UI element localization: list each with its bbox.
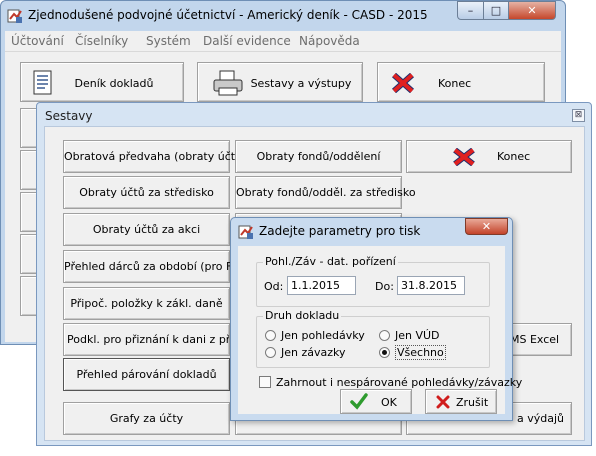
checkmark-icon	[350, 393, 368, 413]
to-label: Do:	[375, 280, 394, 293]
radio-all-label: Všechno	[395, 345, 446, 360]
cancel-button[interactable]: Zrušit	[425, 389, 497, 414]
exit-button[interactable]: Konec	[377, 62, 545, 102]
account-turnover-center-button[interactable]: Obraty účtů za středisko	[63, 176, 230, 209]
radio-payables[interactable]: Jen závazky	[265, 346, 346, 359]
doc-type-group: Druh dokladu Jen pohledávky Jen VÚD Jen …	[256, 309, 490, 368]
ok-button[interactable]: OK	[340, 389, 412, 414]
main-window-title: Zjednodušené podvojné účetnictví - Ameri…	[28, 8, 428, 22]
menu-system[interactable]: Systém	[146, 34, 191, 48]
pairing-overview-label: Přehled párování dokladů	[76, 368, 217, 381]
fund-turnover-label: Obraty fondů/oddělení	[256, 150, 381, 163]
menu-dalsi-evidence[interactable]: Další evidence	[203, 34, 291, 48]
date-group-title: Pohl./Záv - dat. pořízení	[263, 255, 398, 268]
tax-return-docs-label: Podkl. pro přiznání k dani z příjmů	[67, 333, 230, 346]
fund-turnover-center-button[interactable]: Obraty fondů/odděl. za středisko	[235, 176, 416, 209]
radio-payables-dot	[265, 347, 276, 358]
fund-turnover-button[interactable]: Obraty fondů/oddělení	[235, 140, 402, 173]
document-icon	[33, 70, 53, 99]
exit-button-label: Konec	[438, 77, 472, 90]
to-date-input[interactable]	[397, 276, 465, 295]
reports-button[interactable]: Sestavy a výstupy	[197, 62, 363, 102]
radio-internal-dot	[379, 330, 390, 341]
ok-label: OK	[381, 396, 397, 409]
trial-balance-button[interactable]: Obratová předvaha (obraty účtů)	[63, 140, 247, 173]
account-charts-label: Grafy za účty	[109, 412, 184, 425]
dialog-close-button[interactable]: ✕	[465, 218, 508, 235]
menu-napoveda[interactable]: Nápověda	[299, 34, 360, 48]
reports-close-button[interactable]: ⊠	[572, 109, 585, 122]
from-label: Od:	[264, 280, 284, 293]
radio-internal-label: Jen VÚD	[395, 329, 440, 342]
date-group: Pohl./Záv - dat. pořízení Od: Do:	[256, 255, 490, 307]
radio-receivables-dot	[265, 330, 276, 341]
donors-overview-button[interactable]: Přehled dárců za období (pro FÚ)	[63, 250, 245, 283]
main-title-bar[interactable]: Zjednodušené podvojné účetnictví - Ameri…	[1, 1, 565, 31]
from-date-input[interactable]	[287, 276, 356, 295]
menu-ciselniky[interactable]: Číselníky	[75, 34, 128, 48]
donors-overview-label: Přehled dárců za období (pro FÚ)	[64, 260, 245, 273]
deductible-items-button[interactable]: Připoč. položky k zákl. daně	[63, 287, 230, 320]
radio-receivables[interactable]: Jen pohledávky	[265, 329, 365, 342]
include-unpaired-label: Zahrnout i nespárované pohledávky/závazk…	[276, 376, 523, 389]
ms-excel-label: MS Excel	[510, 333, 560, 346]
account-turnover-action-button[interactable]: Obraty účtů za akci	[63, 213, 230, 246]
maximize-button[interactable]: □	[483, 1, 509, 20]
radio-receivables-label: Jen pohledávky	[281, 329, 365, 342]
radio-internal[interactable]: Jen VÚD	[379, 329, 440, 342]
reports-window-title: Sestavy	[45, 109, 93, 123]
radio-all-dot	[379, 347, 390, 358]
account-charts-button[interactable]: Grafy za účty	[63, 402, 230, 435]
account-turnover-action-label: Obraty účtů za akci	[92, 223, 201, 236]
app-icon	[238, 224, 254, 240]
reports-exit-button[interactable]: Konec	[406, 140, 572, 173]
deductible-items-label: Připoč. položky k zákl. daně	[70, 297, 223, 310]
dialog-title: Zadejte parametry pro tisk	[259, 224, 421, 238]
reports-exit-label: Konec	[497, 150, 531, 163]
red-x-icon	[392, 72, 414, 96]
minimize-button[interactable]: –	[457, 1, 484, 20]
app-icon	[7, 8, 23, 24]
print-parameters-dialog: Zadejte parametry pro tisk ✕ Pohl./Záv -…	[230, 217, 522, 421]
account-turnover-center-label: Obraty účtů za středisko	[79, 186, 214, 199]
cancel-label: Zrušit	[456, 396, 489, 409]
menu-ucotvani[interactable]: Účtování	[11, 34, 64, 48]
menu-bar: Účtování Číselníky Systém Další evidence…	[5, 31, 561, 51]
radio-all[interactable]: Všechno	[379, 345, 446, 360]
fund-turnover-center-label: Obraty fondů/odděl. za středisko	[236, 186, 416, 199]
trial-balance-label: Obratová předvaha (obraty účtů)	[64, 150, 247, 163]
dialog-title-bar[interactable]: Zadejte parametry pro tisk ✕	[231, 218, 512, 244]
tax-return-docs-button[interactable]: Podkl. pro přiznání k dani z příjmů	[63, 323, 230, 356]
radio-payables-label: Jen závazky	[281, 346, 346, 359]
doc-type-group-title: Druh dokladu	[263, 309, 342, 322]
pairing-overview-button[interactable]: Přehled párování dokladů	[63, 358, 230, 391]
dialog-client-area: Pohl./Záv - dat. pořízení Od: Do: Druh d…	[238, 246, 522, 414]
close-button[interactable]: ✕	[508, 1, 556, 20]
red-x-icon	[436, 395, 450, 412]
red-x-icon	[453, 147, 475, 169]
journal-button[interactable]: Deník dokladů	[20, 62, 184, 102]
include-unpaired-box	[259, 376, 271, 388]
include-unpaired-checkbox[interactable]: Zahrnout i nespárované pohledávky/závazk…	[259, 376, 522, 389]
printer-icon	[212, 70, 244, 99]
expenses-label: a výdajů	[517, 412, 565, 425]
